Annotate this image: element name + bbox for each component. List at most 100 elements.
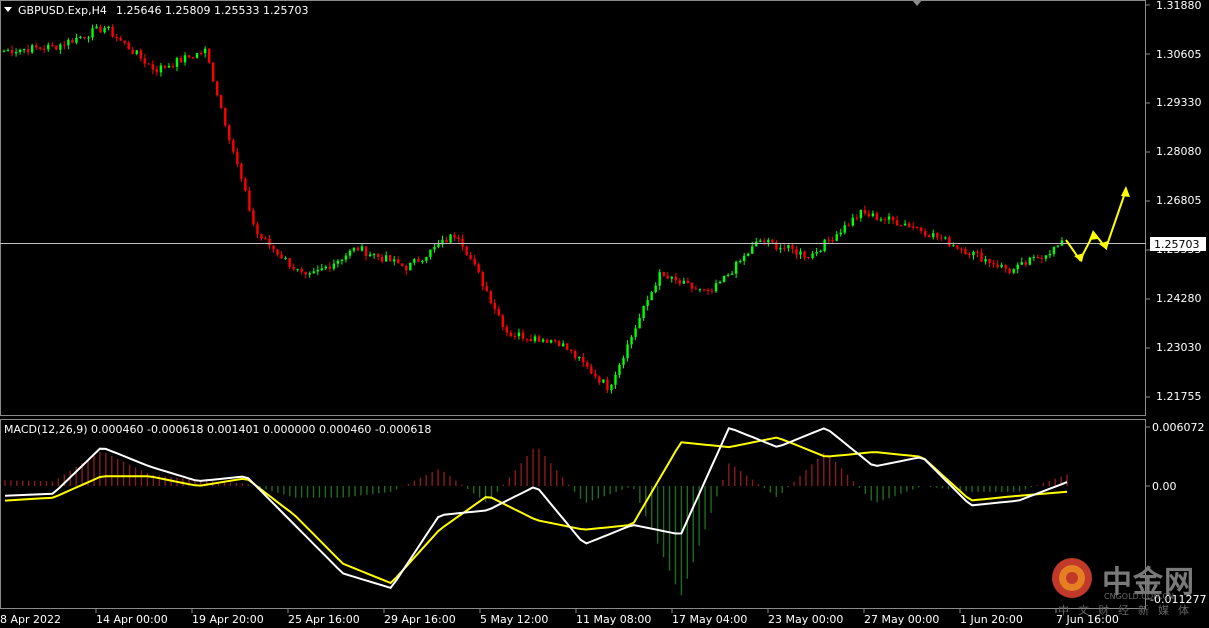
candle-body <box>1024 262 1027 265</box>
macd-tick: 0.006072 <box>1152 421 1205 434</box>
candle-body <box>135 50 138 54</box>
candle-body <box>453 234 456 238</box>
time-label: 5 May 12:00 <box>480 613 548 626</box>
candle-body <box>710 290 714 292</box>
candle-body <box>304 271 307 275</box>
candle-body <box>224 107 227 126</box>
candle <box>216 80 219 97</box>
candle <box>207 48 211 65</box>
candle-body <box>47 44 50 50</box>
time-label: 8 Apr 2022 <box>0 613 61 626</box>
candle <box>224 107 227 128</box>
candle <box>55 45 58 51</box>
candle <box>409 262 412 271</box>
candle <box>248 187 251 212</box>
candle-body <box>525 338 529 340</box>
candle-body <box>55 45 58 50</box>
candle-body <box>622 358 625 365</box>
candle-body <box>397 259 400 264</box>
candle-body <box>839 232 842 235</box>
candle-body <box>10 49 14 54</box>
candle-body <box>698 289 702 291</box>
candle-body <box>276 249 279 255</box>
candle-body <box>405 265 408 271</box>
candle-body <box>996 264 999 268</box>
candle-body <box>803 251 806 257</box>
candle-body <box>529 339 533 342</box>
candle-body <box>859 209 863 219</box>
candle-body <box>992 263 995 265</box>
candle-body <box>879 219 883 221</box>
candle-body <box>626 344 629 359</box>
candle <box>465 245 468 256</box>
price-tick: 1.24280 <box>1156 292 1202 305</box>
time-label: 11 May 08:00 <box>576 613 651 626</box>
candle-body <box>91 28 94 38</box>
candle-body <box>457 237 460 239</box>
candle-body <box>34 45 38 48</box>
candle-body <box>799 251 802 255</box>
candle-body <box>103 28 106 33</box>
candle <box>823 239 826 253</box>
candle-body <box>352 247 356 251</box>
macd-panel[interactable] <box>0 419 1146 609</box>
candle-body <box>767 239 770 243</box>
watermark-subtitle: 中文财经新媒体 <box>1058 604 1198 617</box>
candle-body <box>751 246 754 254</box>
candle <box>1028 256 1032 266</box>
candle-body <box>1004 264 1007 269</box>
candle-body <box>393 259 396 262</box>
candle-body <box>968 254 971 256</box>
candle-body <box>666 275 669 279</box>
candle-body <box>296 268 299 270</box>
candle-body <box>670 276 673 279</box>
time-label: 23 May 00:00 <box>768 613 843 626</box>
candle-body <box>2 50 6 52</box>
candle-body <box>324 266 328 269</box>
candle-body <box>924 231 927 236</box>
candle-body <box>747 253 750 256</box>
candle-body <box>159 65 163 73</box>
candle-body <box>71 39 74 43</box>
candle-body <box>718 281 722 284</box>
candle-body <box>553 340 557 342</box>
candle-body <box>545 339 549 343</box>
candle-body <box>988 259 991 264</box>
candle-body <box>473 258 476 265</box>
candle-body <box>907 223 911 227</box>
candle-body <box>618 364 621 375</box>
price-tick: 1.29330 <box>1156 96 1202 109</box>
candle-body <box>984 259 987 262</box>
candle-body <box>340 259 344 261</box>
candle-body <box>348 250 352 256</box>
candle-body <box>823 239 826 252</box>
candle <box>388 254 392 262</box>
candle-body <box>485 286 488 292</box>
candle-body <box>501 315 505 328</box>
candle-body <box>835 234 838 241</box>
candle-body <box>807 256 810 258</box>
candle-body <box>521 332 525 339</box>
candle-body <box>356 247 360 251</box>
candle-body <box>163 65 167 68</box>
candle-body <box>316 269 319 272</box>
candle-body <box>256 224 259 235</box>
candle-body <box>425 257 428 261</box>
candle <box>244 176 247 192</box>
candle-body <box>883 219 887 221</box>
candle-body <box>332 263 336 269</box>
candle-body <box>936 233 939 238</box>
candle-body <box>320 268 324 270</box>
candle-body <box>87 37 90 39</box>
price-panel[interactable] <box>0 0 1146 416</box>
candle-body <box>1000 264 1003 268</box>
candle-body <box>95 26 98 29</box>
candle-body <box>638 318 641 329</box>
candle-body <box>682 280 686 284</box>
candle-body <box>232 140 235 152</box>
candle-body <box>1012 269 1015 273</box>
trading-chart[interactable]: GBPUSD.Exp,H4 1.25646 1.25809 1.25533 1.… <box>0 0 1209 628</box>
candle-body <box>787 245 790 249</box>
candle-body <box>956 245 959 249</box>
candle-body <box>630 336 633 345</box>
